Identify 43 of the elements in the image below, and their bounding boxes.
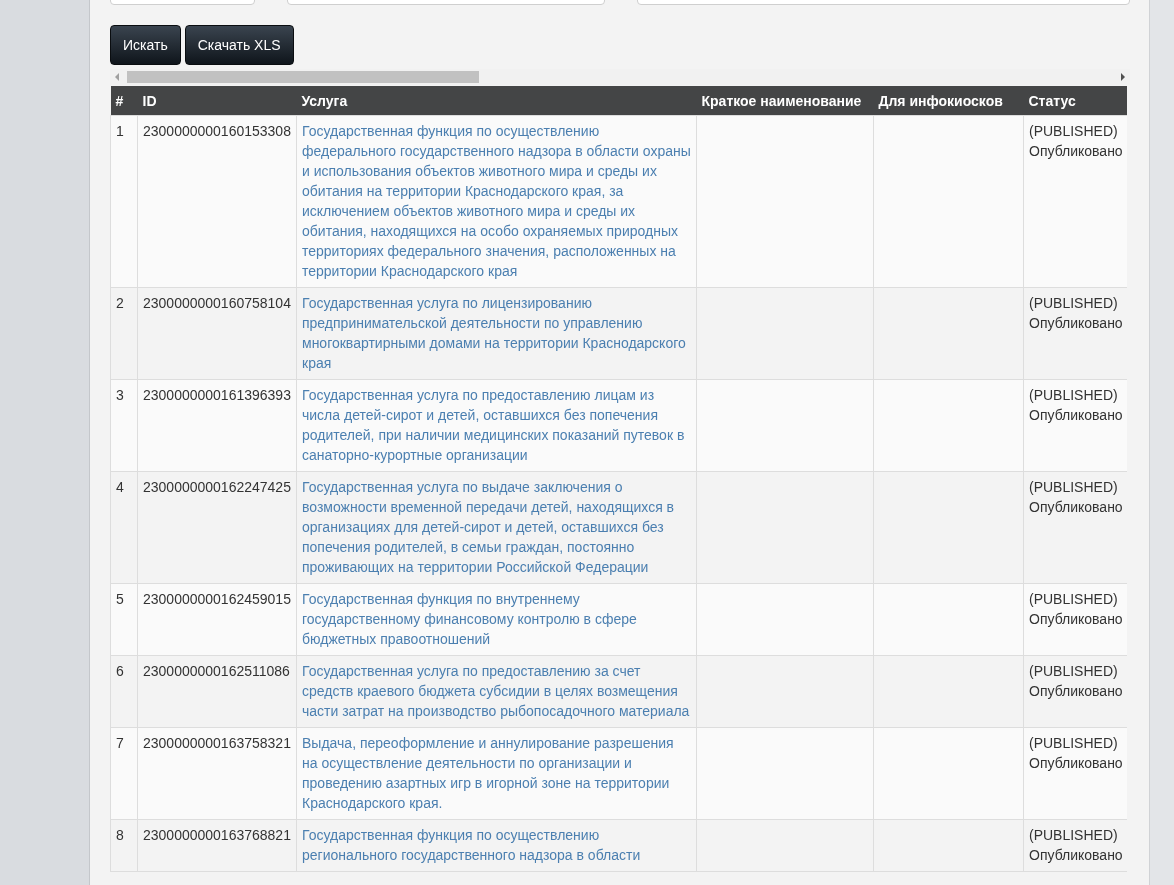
- row-number: 1: [116, 123, 124, 139]
- id-cell: 2300000000161396393: [143, 387, 291, 403]
- status-code: (PUBLISHED): [1029, 122, 1119, 141]
- column-header[interactable]: Статус: [1023, 86, 1127, 116]
- status-code: (PUBLISHED): [1029, 734, 1119, 753]
- id-cell: 2300000000163768821: [143, 827, 291, 843]
- id-cell: 2300000000162511086: [143, 663, 290, 679]
- status-label: Опубликовано: [1029, 498, 1124, 517]
- column-header[interactable]: ID: [137, 86, 297, 116]
- status-code: (PUBLISHED): [1029, 826, 1119, 845]
- scroll-right-icon[interactable]: [1120, 73, 1126, 81]
- status-label: Опубликовано: [1029, 142, 1124, 161]
- status-label: Опубликовано: [1029, 314, 1124, 333]
- id-cell: 2300000000160153308: [143, 123, 291, 139]
- column-header[interactable]: #: [110, 86, 138, 116]
- id-cell: 2300000000163758321: [143, 735, 291, 751]
- row-number: 3: [116, 387, 124, 403]
- column-header[interactable]: Краткое наименование: [696, 86, 874, 116]
- action-button[interactable]: Скачать XLS: [184, 25, 294, 65]
- status-code: (PUBLISHED): [1029, 294, 1119, 313]
- row-number: 4: [116, 479, 124, 495]
- row-number: 7: [116, 735, 124, 751]
- row-number: 6: [116, 663, 124, 679]
- status-label: Опубликовано: [1029, 406, 1124, 425]
- row-number: 5: [116, 591, 124, 607]
- scroll-left-icon[interactable]: [114, 73, 120, 81]
- scroll-thumb[interactable]: [127, 71, 479, 83]
- status-code: (PUBLISHED): [1029, 478, 1119, 497]
- status-code: (PUBLISHED): [1029, 662, 1119, 681]
- row-number: 8: [116, 827, 124, 843]
- column-header[interactable]: Для инфокиосков: [873, 86, 1024, 116]
- action-button[interactable]: Искать: [110, 25, 181, 65]
- status-label: Опубликовано: [1029, 682, 1124, 701]
- status-label: Опубликовано: [1029, 610, 1124, 629]
- status-code: (PUBLISHED): [1029, 590, 1119, 609]
- column-header[interactable]: Услуга: [296, 86, 697, 116]
- status-label: Опубликовано: [1029, 846, 1124, 865]
- status-label: Опубликовано: [1029, 754, 1124, 773]
- id-cell: 2300000000162459015: [143, 591, 291, 607]
- id-cell: 2300000000162247425: [143, 479, 291, 495]
- row-number: 2: [116, 295, 124, 311]
- id-cell: 2300000000160758104: [143, 295, 291, 311]
- status-code: (PUBLISHED): [1029, 386, 1119, 405]
